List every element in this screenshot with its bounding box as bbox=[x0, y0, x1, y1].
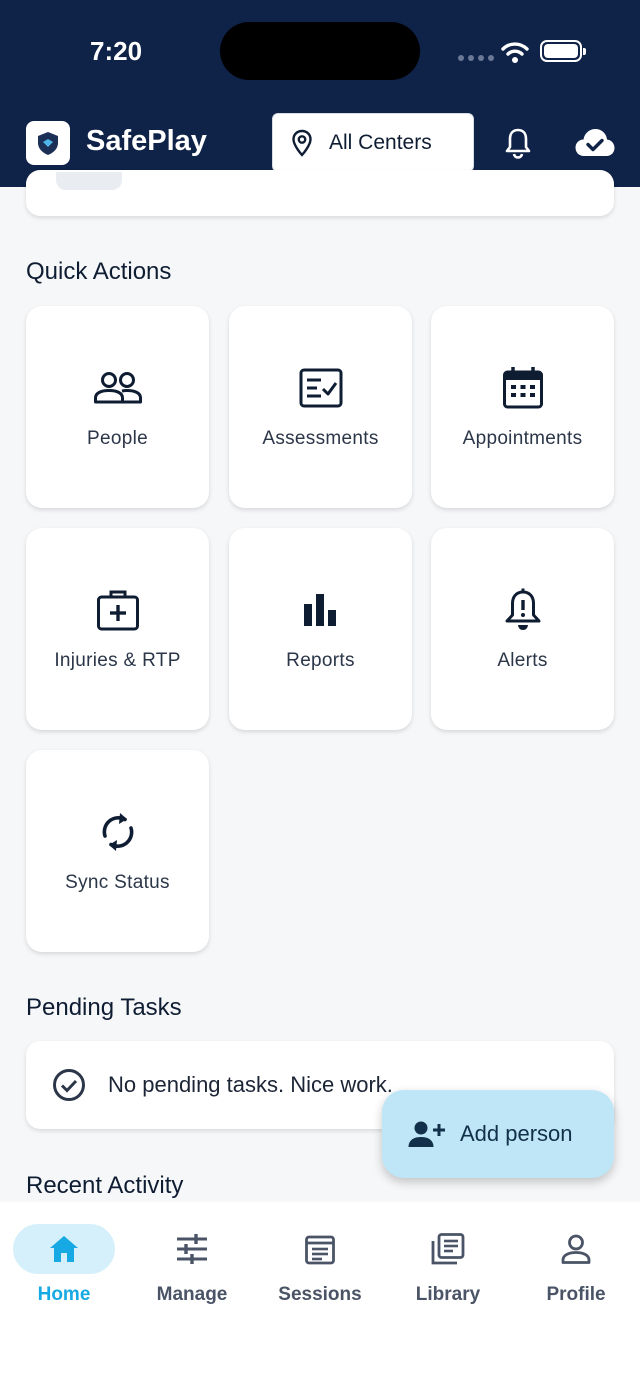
quick-action-people[interactable]: People bbox=[26, 306, 209, 508]
nav-label: Home bbox=[37, 1284, 91, 1305]
battery-icon bbox=[540, 40, 586, 62]
sessions-list-icon bbox=[305, 1235, 335, 1265]
quick-action-alerts[interactable]: Alerts bbox=[431, 528, 614, 730]
sync-icon bbox=[102, 813, 133, 851]
add-person-icon bbox=[408, 1121, 445, 1147]
shield-logo-icon bbox=[38, 132, 58, 155]
alert-bell-icon bbox=[505, 588, 540, 630]
quick-action-label: Sync Status bbox=[65, 872, 170, 893]
quick-action-label: Injuries & RTP bbox=[54, 650, 181, 671]
nav-label: Sessions bbox=[278, 1284, 362, 1305]
recent-activity-title: Recent Activity bbox=[26, 1172, 184, 1199]
calendar-icon bbox=[502, 367, 543, 409]
quick-action-label: Assessments bbox=[262, 428, 379, 449]
quick-action-assessments[interactable]: Assessments bbox=[229, 306, 412, 508]
quick-action-label: People bbox=[87, 428, 148, 449]
app-title: SafePlay bbox=[86, 125, 207, 157]
nav-label: Profile bbox=[546, 1284, 606, 1305]
location-pin-icon bbox=[292, 129, 312, 157]
medical-kit-icon bbox=[96, 590, 139, 631]
home-icon bbox=[50, 1236, 78, 1262]
quick-action-appointments[interactable]: Appointments bbox=[431, 306, 614, 508]
profile-person-icon bbox=[561, 1234, 591, 1264]
nav-sessions[interactable]: Sessions bbox=[256, 1224, 384, 1306]
pending-tasks-message: No pending tasks. Nice work. bbox=[108, 1072, 393, 1097]
quick-action-sync-status[interactable]: Sync Status bbox=[26, 750, 209, 952]
quick-action-label: Reports bbox=[286, 650, 355, 671]
wifi-icon bbox=[501, 42, 529, 63]
nav-home-indicator bbox=[13, 1224, 115, 1274]
nav-manage[interactable]: Manage bbox=[128, 1224, 256, 1306]
bar-chart-icon bbox=[303, 594, 336, 626]
camera-notch bbox=[220, 22, 420, 80]
status-time: 7:20 bbox=[90, 36, 143, 66]
nav-label: Library bbox=[415, 1284, 481, 1305]
app-logo bbox=[26, 121, 70, 165]
people-icon bbox=[93, 372, 142, 404]
cellular-signal-icon bbox=[458, 55, 494, 61]
sliders-icon bbox=[177, 1234, 207, 1264]
nav-home[interactable]: Home bbox=[0, 1224, 128, 1306]
quick-action-label: Appointments bbox=[462, 428, 583, 449]
quick-action-reports[interactable]: Reports bbox=[229, 528, 412, 730]
add-person-label: Add person bbox=[460, 1121, 573, 1146]
bottom-navigation: Home Manage Sessions Library Profile bbox=[0, 1202, 640, 1385]
nav-library[interactable]: Library bbox=[384, 1224, 512, 1306]
check-circle-icon bbox=[53, 1069, 85, 1101]
assessment-checklist-icon bbox=[299, 368, 342, 408]
quick-action-injuries-rtp[interactable]: Injuries & RTP bbox=[26, 528, 209, 730]
pending-tasks-title: Pending Tasks bbox=[26, 994, 182, 1021]
center-selector-label: All Centers bbox=[329, 130, 432, 154]
nav-label: Manage bbox=[156, 1284, 228, 1305]
notifications-bell-icon[interactable] bbox=[503, 126, 533, 160]
cloud-synced-icon[interactable] bbox=[574, 126, 616, 160]
app-header: 7:20 SafePlay All Centers bbox=[0, 0, 640, 187]
nav-profile[interactable]: Profile bbox=[512, 1224, 640, 1306]
add-person-button[interactable]: Add person bbox=[382, 1090, 614, 1178]
quick-actions-title: Quick Actions bbox=[26, 258, 172, 285]
library-icon bbox=[431, 1233, 465, 1265]
quick-action-label: Alerts bbox=[497, 650, 548, 671]
center-selector-button[interactable]: All Centers bbox=[272, 113, 474, 172]
previous-card-chip bbox=[56, 172, 122, 190]
